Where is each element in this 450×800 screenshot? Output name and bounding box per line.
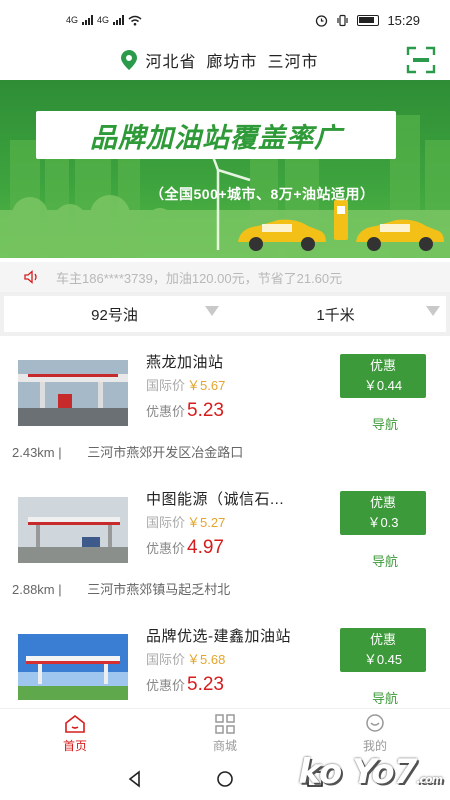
vibrate-icon <box>337 14 349 26</box>
status-bar: 4G 4G 15:29 <box>0 0 450 40</box>
intl-price-label: 国际价 <box>146 652 186 667</box>
international-price: 国际价 ￥5.68 <box>146 649 225 668</box>
intl-price-value: ￥5.68 <box>187 652 226 667</box>
station-photo <box>18 497 128 563</box>
dropdown-caret-icon <box>205 306 219 316</box>
tab-mine[interactable]: 我的 <box>300 709 450 758</box>
bottom-tab-bar: 首页 商城 我的 <box>0 708 450 758</box>
disc-price-value: 5.23 <box>187 400 224 421</box>
station-item[interactable]: 品牌优选-建鑫加油站 国际价 ￥5.68 优惠价 5.23 优惠 ￥0.45 导航 <box>0 616 450 708</box>
station-distance: 2.88km <box>12 582 55 597</box>
disc-price-value: 5.23 <box>187 674 224 695</box>
location-bar[interactable]: 河北省 廊坊市 三河市 <box>0 40 450 80</box>
back-icon[interactable] <box>126 770 144 788</box>
promo-button[interactable]: 优惠 ￥0.45 <box>340 628 426 672</box>
fuel-type-value: 92号油 <box>91 306 138 324</box>
banner-title: 品牌加油站覆盖率广 <box>36 111 396 159</box>
intl-price-value: ￥5.27 <box>187 515 226 530</box>
banner-subtitle: （全国500+城市、8万+油站适用） <box>150 186 375 202</box>
location-province: 河北省 <box>145 54 197 71</box>
status-right: 15:29 <box>315 13 420 28</box>
grid-icon <box>215 713 235 734</box>
station-distance: 2.43km <box>12 445 55 460</box>
watermark-text: ko Yo7 <box>298 752 417 792</box>
discount-price: 优惠价 5.23 <box>146 674 224 696</box>
promo-button[interactable]: 优惠 ￥0.3 <box>340 491 426 535</box>
promo-button[interactable]: 优惠 ￥0.44 <box>340 354 426 398</box>
disc-price-label: 优惠价 <box>146 678 186 693</box>
location-district: 三河市 <box>267 54 319 71</box>
signal-icon <box>113 15 125 25</box>
user-icon <box>366 713 384 732</box>
station-photo <box>18 360 128 426</box>
distance-dropdown[interactable]: 1千米 <box>225 296 446 332</box>
intl-price-value: ￥5.67 <box>187 378 226 393</box>
location-pin-icon <box>121 50 138 70</box>
watermark-logo: ko Yo7.com <box>298 752 443 792</box>
discount-price: 优惠价 4.97 <box>146 537 224 559</box>
station-list[interactable]: 燕龙加油站 国际价 ￥5.67 优惠价 5.23 优惠 ￥0.44 导航 2.43k… <box>0 342 450 708</box>
disc-price-value: 4.97 <box>187 537 224 558</box>
home-button-icon[interactable] <box>216 770 234 788</box>
notice-ticker: 车主186****3739，加油120.00元，节省了21.60元 <box>0 262 450 292</box>
meta-separator: | <box>58 582 62 597</box>
station-item[interactable]: 中图能源（诚信石... 国际价 ￥5.27 优惠价 4.97 优惠 ￥0.3 导航 … <box>0 479 450 615</box>
disc-price-label: 优惠价 <box>146 541 186 556</box>
network-type-1: 4G <box>66 15 79 25</box>
meta-separator: | <box>58 445 62 460</box>
discount-price: 优惠价 5.23 <box>146 400 224 422</box>
station-photo <box>18 634 128 700</box>
station-address: 三河市燕郊开发区冶金路口 <box>87 445 244 460</box>
tab-mine-label: 我的 <box>362 738 387 753</box>
status-left: 4G 4G <box>66 15 142 26</box>
tab-mall[interactable]: 商城 <box>150 709 300 758</box>
banner-city-illustration <box>0 115 450 258</box>
location-city: 廊坊市 <box>206 54 258 71</box>
signal-icon <box>82 15 94 25</box>
status-time: 15:29 <box>387 12 420 28</box>
battery-icon <box>357 14 380 26</box>
promo-value: ￥0.45 <box>363 652 403 667</box>
alarm-icon <box>316 14 328 27</box>
international-price: 国际价 ￥5.27 <box>146 512 225 531</box>
dropdown-caret-icon <box>426 306 440 316</box>
station-name: 燕龙加油站 <box>146 354 224 371</box>
promo-label: 优惠 <box>369 495 396 510</box>
scan-icon[interactable] <box>406 46 436 74</box>
notice-text: 车主186****3739，加油120.00元，节省了21.60元 <box>56 270 343 286</box>
distance-value: 1千米 <box>316 306 355 324</box>
promo-value: ￥0.3 <box>367 515 399 530</box>
station-address: 三河市燕郊镇马起乏村北 <box>87 582 231 597</box>
intl-price-label: 国际价 <box>146 378 186 393</box>
tab-mall-label: 商城 <box>212 738 237 753</box>
station-item[interactable]: 燕龙加油站 国际价 ￥5.67 优惠价 5.23 优惠 ￥0.44 导航 2.43k… <box>0 342 450 478</box>
wifi-icon <box>128 15 142 25</box>
promo-label: 优惠 <box>369 358 396 373</box>
filter-bar: 92号油 1千米 <box>0 292 450 336</box>
navigate-link[interactable]: 导航 <box>372 688 398 707</box>
tab-home[interactable]: 首页 <box>0 709 150 758</box>
station-name: 中图能源（诚信石... <box>146 491 285 508</box>
home-icon <box>65 714 85 733</box>
disc-price-label: 优惠价 <box>146 404 186 419</box>
watermark-suffix: .com <box>416 773 443 786</box>
station-name: 品牌优选-建鑫加油站 <box>146 628 291 645</box>
station-meta: 2.43km | 三河市燕郊开发区冶金路口 <box>12 442 243 461</box>
tab-home-label: 首页 <box>62 738 87 753</box>
speaker-icon <box>24 270 37 284</box>
intl-price-label: 国际价 <box>146 515 186 530</box>
navigate-link[interactable]: 导航 <box>372 551 398 570</box>
promo-banner[interactable]: 品牌加油站覆盖率广 （全国500+城市、8万+油站适用） <box>0 80 450 258</box>
fuel-type-dropdown[interactable]: 92号油 <box>4 296 225 332</box>
network-type-2: 4G <box>97 15 110 25</box>
promo-label: 优惠 <box>369 632 396 647</box>
navigate-link[interactable]: 导航 <box>372 414 398 433</box>
international-price: 国际价 ￥5.67 <box>146 375 225 394</box>
station-meta: 2.88km | 三河市燕郊镇马起乏村北 <box>12 579 230 598</box>
promo-value: ￥0.44 <box>363 378 403 393</box>
